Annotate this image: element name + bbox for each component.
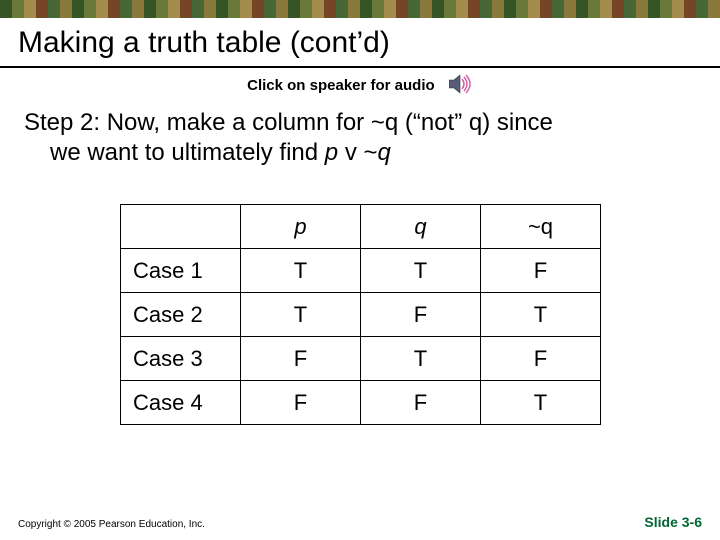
slide-number: Slide 3-6 xyxy=(644,514,702,530)
cell: T xyxy=(361,337,481,381)
step-line-2-lead: we want to ultimately find xyxy=(50,139,325,166)
slide: Making a truth table (cont’d) Click on s… xyxy=(0,0,720,540)
cell: F xyxy=(361,293,481,337)
row-label: Case 3 xyxy=(121,337,241,381)
cell: F xyxy=(241,381,361,425)
table-row: Case 2 T F T xyxy=(121,293,601,337)
header-p: p xyxy=(241,205,361,249)
table-row: Case 1 T T F xyxy=(121,249,601,293)
cell: F xyxy=(481,337,601,381)
slide-number-value: 3-6 xyxy=(682,514,702,530)
decorative-banner xyxy=(0,0,720,18)
cell: T xyxy=(481,293,601,337)
truth-table: p q ~q Case 1 T T F Case 2 T F xyxy=(120,204,601,425)
copyright-text: Copyright © 2005 Pearson Education, Inc. xyxy=(18,519,205,530)
audio-hint-text: Click on speaker for audio xyxy=(247,77,435,94)
expr-p: p xyxy=(325,139,338,166)
cell: T xyxy=(241,293,361,337)
step-text: Step 2: Now, make a column for ~q (“not”… xyxy=(24,108,696,168)
step-line-1: Step 2: Now, make a column for ~q (“not”… xyxy=(24,109,553,136)
cell: F xyxy=(361,381,481,425)
row-label: Case 4 xyxy=(121,381,241,425)
title-rule xyxy=(0,66,720,68)
truth-table-wrap: p q ~q Case 1 T T F Case 2 T F xyxy=(120,204,600,425)
table-header-row: p q ~q xyxy=(121,205,601,249)
header-notq: ~q xyxy=(481,205,601,249)
footer: Copyright © 2005 Pearson Education, Inc.… xyxy=(0,514,720,530)
slide-body: Step 2: Now, make a column for ~q (“not”… xyxy=(0,108,720,425)
step-line-2: we want to ultimately find p v ~q xyxy=(24,138,696,168)
audio-hint-row: Click on speaker for audio xyxy=(0,74,720,98)
row-label: Case 1 xyxy=(121,249,241,293)
table-row: Case 4 F F T xyxy=(121,381,601,425)
cell: F xyxy=(241,337,361,381)
header-blank xyxy=(121,205,241,249)
cell: F xyxy=(481,249,601,293)
cell: T xyxy=(241,249,361,293)
slide-number-label: Slide xyxy=(644,514,681,530)
table-row: Case 3 F T F xyxy=(121,337,601,381)
header-q: q xyxy=(361,205,481,249)
row-label: Case 2 xyxy=(121,293,241,337)
cell: T xyxy=(361,249,481,293)
slide-title: Making a truth table (cont’d) xyxy=(0,18,720,64)
cell: T xyxy=(481,381,601,425)
speaker-icon[interactable] xyxy=(449,74,473,98)
expr-mid: v ~ xyxy=(338,139,377,166)
expr-q: q xyxy=(378,139,391,166)
